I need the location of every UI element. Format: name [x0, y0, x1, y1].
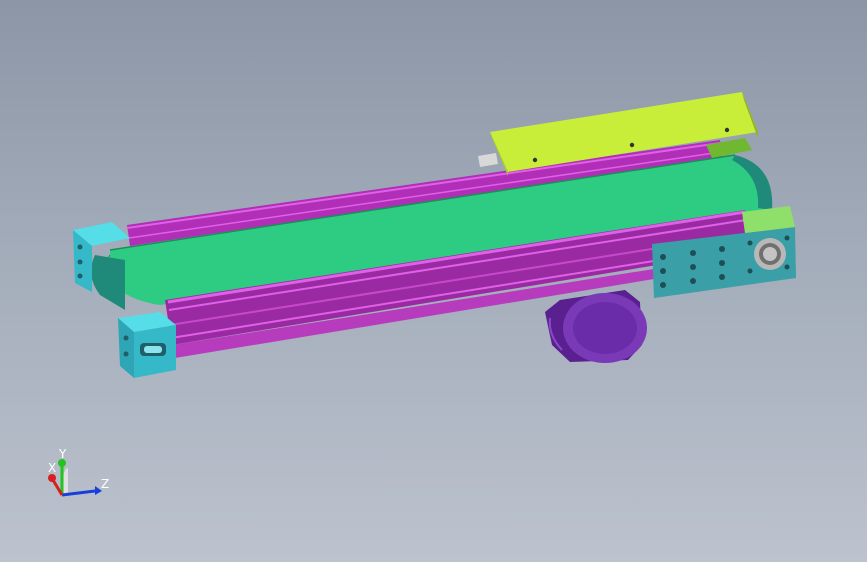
conveyor-model[interactable] [0, 0, 867, 562]
back-right-block [706, 138, 752, 158]
left-roller [91, 255, 125, 310]
coordinate-triad: X Y Z [48, 448, 109, 497]
front-left-end-block[interactable] [118, 312, 176, 378]
y-axis-label: Y [58, 448, 67, 461]
x-axis-label: X [48, 461, 56, 475]
z-axis-label: Z [101, 477, 109, 491]
drive-motor[interactable] [545, 290, 647, 363]
graphics-viewport[interactable]: X Y Z [0, 0, 867, 562]
tension-bolt [478, 153, 498, 167]
